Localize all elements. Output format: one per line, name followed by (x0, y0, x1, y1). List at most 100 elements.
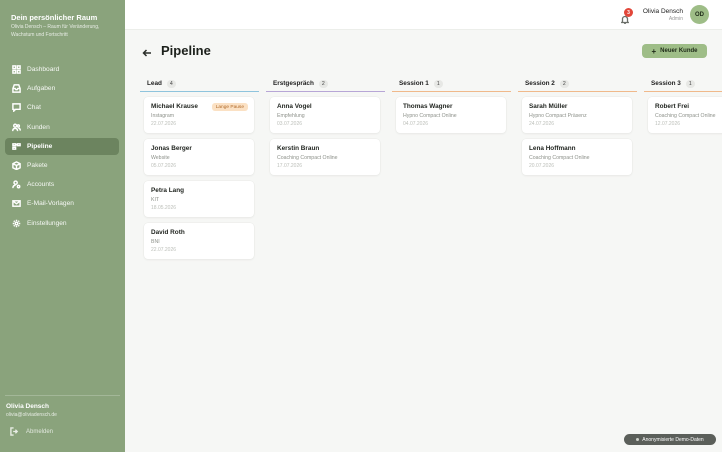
customer-card[interactable]: Michael Krause Instagram 22.07.2026 Lange P… (144, 97, 254, 133)
column-count-badge: 1 (685, 79, 695, 88)
customer-date: 04.07.2026 (403, 121, 429, 127)
new-customer-button[interactable]: + Neuer Kunde (642, 44, 707, 58)
topbar (125, 0, 722, 30)
sidebar-item-label: Dashboard (27, 66, 60, 73)
topbar-user-name: Olivia Densch (642, 8, 683, 15)
logout-label: Abmelden (26, 428, 54, 435)
page-title: Pipeline (161, 43, 211, 58)
customer-source: Website (151, 155, 170, 161)
brand-title: Dein persönlicher Raum (11, 13, 98, 22)
inbox-icon (11, 84, 21, 94)
customer-source: BNI (151, 239, 160, 245)
column-title: Session 3 (651, 80, 681, 87)
customer-card[interactable]: David Roth BNI 22.07.2026 (144, 223, 254, 259)
sidebar-item-pakete[interactable]: Pakete (5, 157, 119, 174)
customer-card[interactable]: Robert Frei Coaching Compact Online 12.07.… (648, 97, 722, 133)
status-badge: Lange Pause (211, 103, 248, 111)
notification-badge: 3 (624, 8, 633, 17)
sidebar-item-kunden[interactable]: Kunden (5, 119, 119, 136)
sidebar-user-email: olivia@oliviadensch.de (6, 412, 57, 418)
customer-name: Thomas Wagner (403, 103, 453, 110)
customer-source: KIT (151, 197, 160, 203)
demo-data-label: Anonymisierte Demo-Daten (642, 436, 704, 443)
customer-name: Petra Lang (151, 187, 185, 194)
customer-name: Sarah Müller (529, 103, 568, 110)
pipeline-column: Lead 4 Michael Krause Instagram 22.07.2026 La… (140, 76, 259, 265)
customer-card[interactable]: Thomas Wagner Hypno Compact Online 04.07.2… (396, 97, 506, 133)
customer-card[interactable]: Petra Lang KIT 18.05.2026 (144, 181, 254, 217)
customer-source: Instagram (151, 113, 175, 119)
customer-date: 03.07.2026 (277, 121, 303, 127)
column-count-badge: 1 (433, 79, 443, 88)
customer-name: Anna Vogel (277, 103, 312, 110)
arrow-left-icon (142, 49, 151, 57)
column-header: Lead 4 (140, 76, 259, 92)
pipeline-column: Session 1 1 Thomas Wagner Hypno Compact Onl… (392, 76, 511, 139)
customer-card[interactable]: Sarah Müller Hypno Compact Präsenz 24.07.2… (522, 97, 632, 133)
customer-name: Robert Frei (655, 103, 690, 110)
sidebar-item-label: E-Mail-Vorlagen (27, 200, 74, 208)
column-title: Session 1 (399, 80, 429, 87)
sidebar-item-label: Chat (27, 104, 41, 112)
customer-date: 20.07.2026 (529, 163, 555, 169)
dot-icon (636, 438, 640, 441)
customer-card[interactable]: Lena Hoffmann Coaching Compact Online 20.0… (522, 139, 632, 175)
new-customer-label: Neuer Kunde (660, 48, 698, 54)
sidebar-user-name: Olivia Densch (6, 403, 49, 410)
customer-card[interactable]: Jonas Berger Website 05.07.2026 (144, 139, 254, 175)
sidebar-item-pipeline[interactable]: Pipeline (5, 137, 119, 155)
pipeline-column: Session 3 1 Robert Frei Coaching Compact On… (644, 76, 722, 139)
customer-name: Jonas Berger (151, 145, 192, 152)
column-title: Erstgespräch (273, 80, 314, 87)
customer-source: Hypno Compact Online (403, 113, 457, 119)
avatar[interactable]: OD (690, 5, 709, 24)
customer-date: 22.07.2026 (151, 247, 177, 253)
column-count-badge: 4 (166, 79, 176, 88)
column-header: Session 2 2 (518, 76, 637, 92)
column-header: Session 1 1 (392, 76, 511, 92)
package-icon (11, 160, 21, 170)
logout-button[interactable]: Abmelden (10, 427, 53, 436)
sidebar-item-label: Einstellungen (27, 219, 67, 227)
sidebar-item-aufgaben[interactable]: Aufgaben (5, 80, 119, 97)
customer-date: 22.07.2026 (151, 121, 177, 127)
column-count-badge: 2 (559, 79, 569, 88)
pipeline-icon (11, 141, 21, 151)
demo-data-badge: Anonymisierte Demo-Daten (624, 434, 716, 445)
plus-icon: + (651, 46, 657, 56)
pipeline-column: Session 2 2 Sarah Müller Hypno Compact Präs… (518, 76, 637, 181)
back-button[interactable] (142, 45, 154, 57)
sidebar-item-label: Pakete (27, 161, 48, 169)
customer-source: Coaching Compact Online (277, 155, 338, 161)
column-header: Session 3 1 (644, 76, 722, 92)
sidebar-item-accounts[interactable]: Accounts (5, 176, 119, 193)
logout-icon (10, 427, 19, 436)
sidebar-item-chat[interactable]: Chat (5, 99, 119, 116)
sidebar-item-label: Kunden (27, 123, 50, 131)
sidebar-divider (5, 395, 120, 396)
customer-source: Coaching Compact Online (529, 155, 590, 161)
column-header: Erstgespräch 2 (266, 76, 385, 92)
pipeline-board: Lead 4 Michael Krause Instagram 22.07.2026 La… (140, 76, 722, 446)
sidebar-nav: Dashboard Aufgaben Chat Kunden Pipeline Paket… (5, 61, 119, 234)
customer-date: 17.07.2026 (277, 163, 303, 169)
customer-name: Lena Hoffmann (529, 145, 576, 152)
chat-icon (11, 103, 21, 113)
customer-card[interactable]: Anna Vogel Empfehlung 03.07.2026 (270, 97, 380, 133)
customer-date: 05.07.2026 (151, 163, 177, 169)
column-count-badge: 2 (318, 79, 328, 88)
sidebar-item-dashboard[interactable]: Dashboard (5, 61, 119, 78)
customer-source: Coaching Compact Online (655, 113, 716, 119)
sidebar-item-e-mail-vorlagen[interactable]: E-Mail-Vorlagen (5, 195, 119, 212)
brand-subtitle: Olivia Densch – Raum für Veränderung, Wa… (11, 24, 100, 38)
sidebar-item-einstellungen[interactable]: Einstellungen (5, 215, 119, 232)
dashboard-icon (11, 65, 21, 75)
customer-card[interactable]: Kerstin Braun Coaching Compact Online 17.0… (270, 139, 380, 175)
pipeline-column: Erstgespräch 2 Anna Vogel Empfehlung 03.07.2… (266, 76, 385, 181)
customer-source: Hypno Compact Präsenz (529, 113, 587, 119)
customer-name: Kerstin Braun (277, 145, 320, 152)
customer-name: David Roth (151, 229, 185, 236)
sidebar-item-label: Pipeline (27, 142, 53, 150)
topbar-user-role: Admin (668, 16, 683, 22)
column-title: Session 2 (525, 80, 555, 87)
